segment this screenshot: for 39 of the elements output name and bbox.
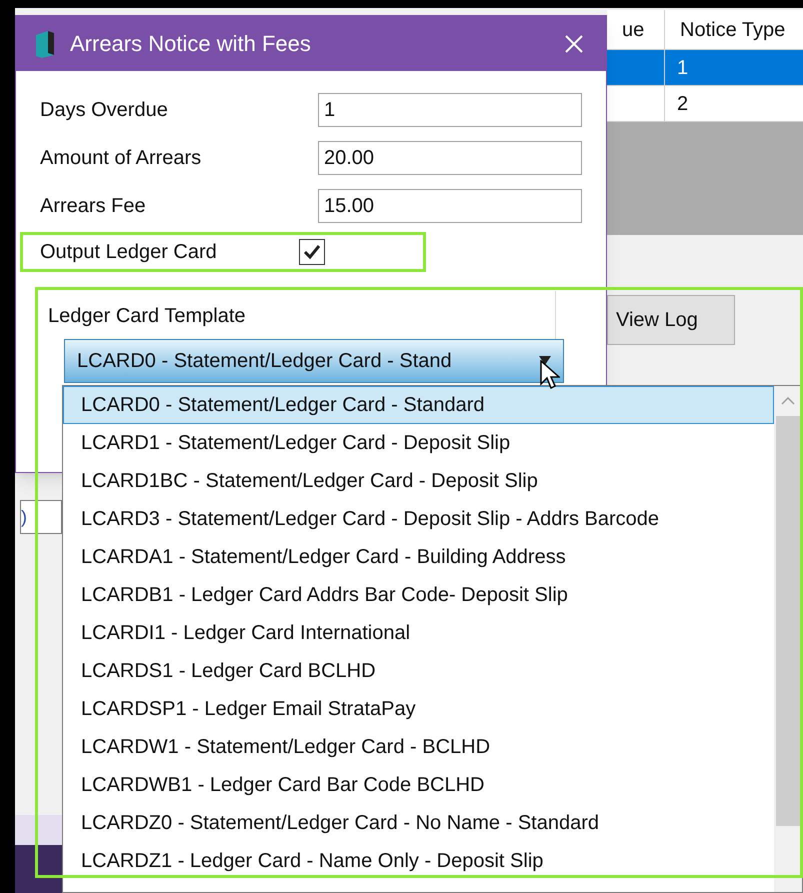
checkbox[interactable] [298, 239, 325, 265]
field-label: Days Overdue [40, 98, 169, 123]
dropdown-option[interactable]: LCARD1BC - Statement/Ledger Card - Deposit Slip [63, 462, 774, 500]
table-row[interactable]: 2 [607, 86, 803, 122]
field-label: Amount of Arrears [40, 146, 202, 171]
dropdown-option[interactable]: LCARDWB1 - Ledger Card Bar Code BCLHD [63, 766, 774, 804]
scrollbar-thumb[interactable] [776, 416, 800, 826]
dropdown-option[interactable]: LCARD0 - Statement/Ledger Card - Standard [63, 386, 774, 424]
dropdown-option[interactable]: LCARDA1 - Statement/Ledger Card - Building Address [63, 538, 774, 576]
app-icon [34, 28, 56, 58]
input-field[interactable]: 1 [318, 93, 582, 127]
table-cell-text: 1 [677, 56, 688, 80]
column-header[interactable]: Notice Type [665, 10, 803, 49]
dropdown-option[interactable]: LCARD3 - Statement/Ledger Card - Deposit Slip - Addrs Barcode [63, 500, 774, 538]
dropdown-option[interactable]: LCARDS1 - Ledger Card BCLHD [63, 652, 774, 690]
field-text: ) [21, 506, 27, 529]
dropdown-option[interactable]: LCARD1 - Statement/Ledger Card - Deposit Slip [63, 424, 774, 462]
dropdown-option[interactable]: LCARDSP1 - Ledger Email StrataPay [63, 690, 774, 728]
checkbox-label: Output Ledger Card [40, 240, 217, 265]
dropdown-option[interactable]: LCARDZ1 - Ledger Card - Name Only - Deposit Slip [63, 842, 774, 880]
table-row[interactable]: 1 [607, 50, 803, 86]
dropdown-option[interactable]: LCARDW1 - Statement/Ledger Card - BCLHD [63, 728, 774, 766]
dropdown-option[interactable]: LCARDZ0 - Statement/Ledger Card - No Name - Standard [63, 804, 774, 842]
input-field[interactable]: 20.00 [318, 141, 582, 175]
window-title: Arrears Notice with Fees [70, 30, 312, 58]
dropdown-option[interactable]: LCARDI1 - Ledger Card International [63, 614, 774, 652]
input-field[interactable]: 15.00 [318, 189, 582, 223]
field-label: Arrears Fee [40, 194, 147, 219]
template-dropdown[interactable]: LCARD0 - Statement/Ledger Card - Stand [64, 339, 564, 383]
check-icon [302, 242, 322, 262]
dropdown-option[interactable]: LCARDB1 - Ledger Card Addrs Bar Code- Deposit Slip [63, 576, 774, 614]
group-label: Ledger Card Template [48, 304, 246, 329]
table-cell-text: 2 [677, 92, 688, 116]
caret-icon [539, 356, 551, 366]
view-log-button[interactable]: View Log [607, 295, 735, 345]
close-icon [564, 34, 584, 54]
dropdown-value: LCARD0 - Statement/Ledger Card - Stand [77, 349, 453, 374]
scrollbar[interactable] [774, 386, 802, 892]
input-field[interactable]: ) [20, 500, 62, 534]
